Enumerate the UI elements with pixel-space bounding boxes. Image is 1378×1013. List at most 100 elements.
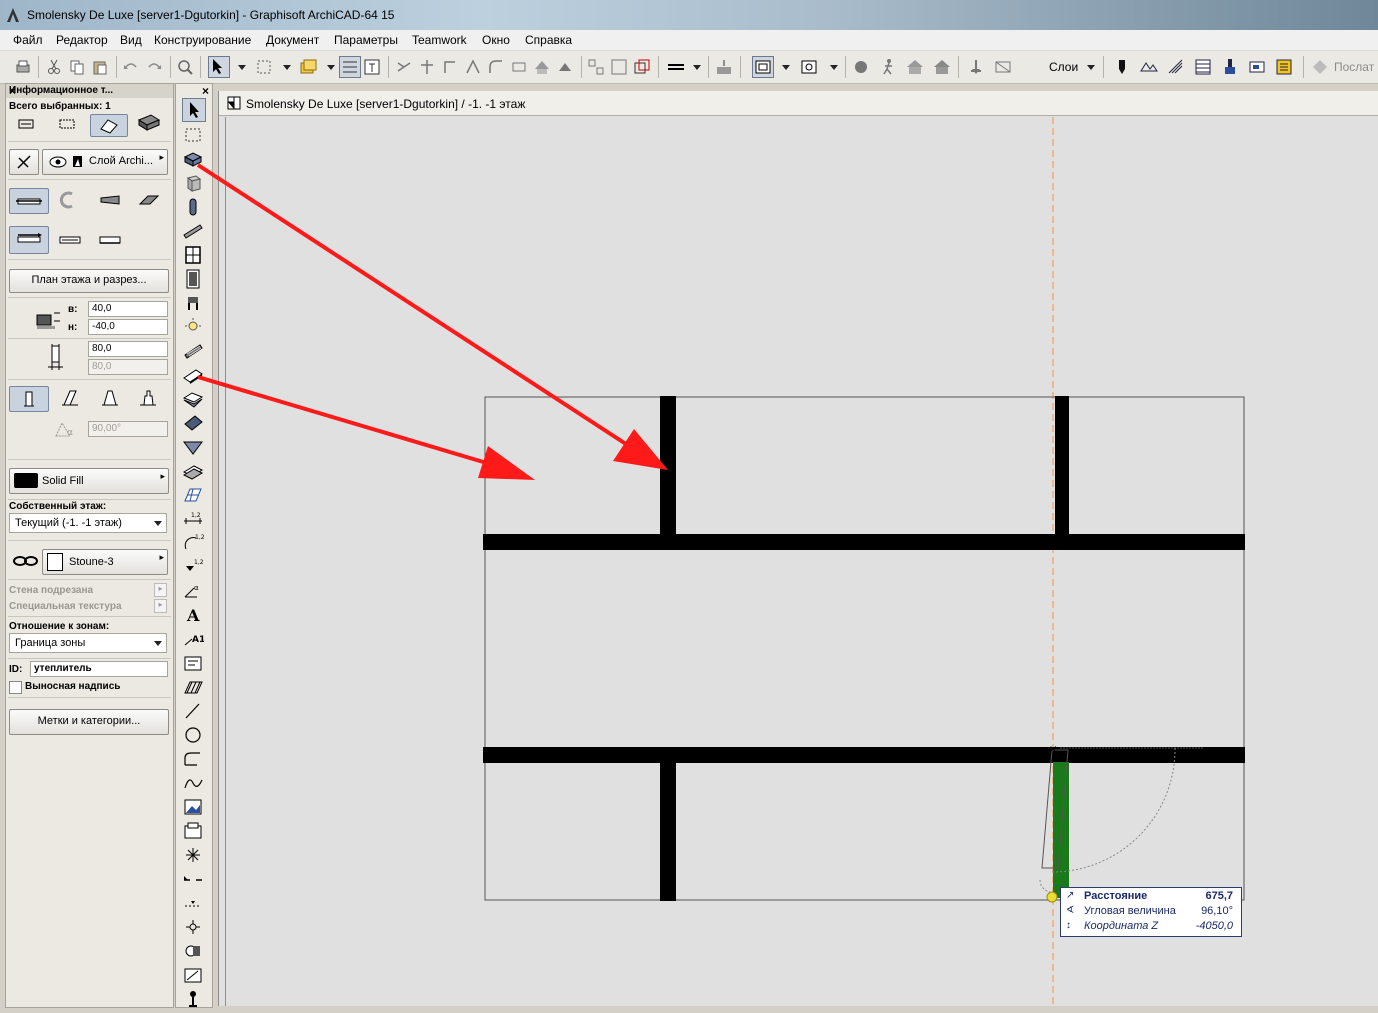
find-select-icon[interactable] xyxy=(175,57,195,77)
menu-design[interactable]: Конструирование xyxy=(154,33,251,47)
house-icon[interactable] xyxy=(905,57,925,77)
interior-elevation-tool-icon[interactable] xyxy=(182,916,204,938)
door-tool-icon[interactable] xyxy=(182,268,204,290)
menu-file[interactable]: Файл xyxy=(13,33,43,47)
wall-complex-profile-button[interactable] xyxy=(130,386,166,410)
shell-tool-icon[interactable] xyxy=(182,388,204,410)
offset-icon[interactable] xyxy=(509,57,529,77)
curtain-wall-tool-icon[interactable] xyxy=(182,484,204,506)
hotlink-icon[interactable] xyxy=(632,57,652,77)
detail-icon[interactable] xyxy=(993,57,1013,77)
menu-teamwork[interactable]: Teamwork xyxy=(412,33,467,47)
detail-tool-icon[interactable] xyxy=(182,964,204,986)
reference-line-trapezoid-button[interactable] xyxy=(91,188,129,212)
angle-dimension-tool-icon[interactable]: α xyxy=(182,580,204,602)
fill-selector[interactable]: Solid Fill ▸ xyxy=(9,468,169,494)
floor-plan-section-button[interactable]: План этажа и разрез... xyxy=(9,269,169,293)
tags-categories-button[interactable]: Метки и категории... xyxy=(9,709,169,735)
home-story-select[interactable]: Текущий (-1. -1 этаж) xyxy=(9,513,167,533)
paste-icon[interactable] xyxy=(90,57,110,77)
gravity-icon[interactable] xyxy=(339,56,361,78)
pen-icon[interactable] xyxy=(9,149,39,175)
hatch-icon[interactable] xyxy=(1166,57,1186,77)
split-icon[interactable] xyxy=(417,57,437,77)
close-icon[interactable]: × xyxy=(9,84,170,98)
chevron-down-icon[interactable] xyxy=(283,65,291,70)
floor-plan-view-icon[interactable] xyxy=(752,56,774,78)
send-label[interactable]: Послат xyxy=(1334,60,1374,74)
zone-tool-icon[interactable] xyxy=(182,460,204,482)
drawing-tool-icon[interactable] xyxy=(182,820,204,842)
menu-options[interactable]: Параметры xyxy=(334,33,398,47)
chevron-down-icon[interactable] xyxy=(782,65,790,70)
floor-plan-window[interactable]: Smolensky De Luxe [server1-Dgutorkin] / … xyxy=(218,91,1378,1006)
geometry-straight-button[interactable] xyxy=(11,115,43,135)
figure-tool-icon[interactable] xyxy=(182,796,204,818)
trim-icon[interactable] xyxy=(394,57,414,77)
angle-value[interactable]: 96,10° xyxy=(1201,905,1233,917)
chevron-down-icon[interactable] xyxy=(693,65,701,70)
reference-line-center-button[interactable] xyxy=(52,229,88,251)
label-checkbox[interactable] xyxy=(9,681,22,694)
geometry-slanted-button[interactable] xyxy=(90,114,128,137)
material-selector[interactable]: Stoune-3 ▸ xyxy=(42,549,168,575)
beam-tool-icon[interactable] xyxy=(182,196,204,218)
object-tool-icon[interactable] xyxy=(182,292,204,314)
publisher-icon[interactable] xyxy=(1274,57,1294,77)
fillet-icon[interactable] xyxy=(486,57,506,77)
link-materials-icon[interactable] xyxy=(11,552,41,572)
ungroup-icon[interactable] xyxy=(609,57,629,77)
window-controls[interactable] xyxy=(1228,0,1378,20)
group-icon[interactable] xyxy=(586,57,606,77)
wall-thickness-field[interactable]: 80,0 xyxy=(88,341,168,357)
line-tool-icon[interactable] xyxy=(182,700,204,722)
dimension-tool-icon[interactable]: 1,2 xyxy=(182,508,204,530)
fill-tool-icon[interactable] xyxy=(182,676,204,698)
elevation-icon[interactable] xyxy=(966,57,986,77)
chevron-right-icon[interactable]: ▸ xyxy=(154,599,167,613)
reference-line-outside-button[interactable] xyxy=(9,188,49,214)
polyline-tool-icon[interactable] xyxy=(182,748,204,770)
skylight-tool-icon[interactable] xyxy=(182,436,204,458)
camera-tool-icon[interactable] xyxy=(182,988,204,1010)
lamp-tool-icon[interactable] xyxy=(182,316,204,338)
wall-trapezoid-profile-button[interactable] xyxy=(92,386,128,410)
solid-ops-icon[interactable] xyxy=(555,57,575,77)
marquee-icon[interactable] xyxy=(254,57,274,77)
circle-tool-icon[interactable] xyxy=(182,724,204,746)
adjust-icon[interactable] xyxy=(440,57,460,77)
roof-tool-icon[interactable] xyxy=(182,364,204,386)
3d-navigation-icon[interactable] xyxy=(851,57,871,77)
text-tool-icon[interactable]: A xyxy=(182,604,204,626)
chevron-down-icon[interactable] xyxy=(1087,65,1095,70)
menu-help[interactable]: Справка xyxy=(525,33,572,47)
reference-line-inside-button[interactable] xyxy=(92,229,128,251)
arrow-tool-icon[interactable] xyxy=(182,98,206,122)
menu-view[interactable]: Вид xyxy=(120,33,142,47)
worksheet-tool-icon[interactable] xyxy=(182,940,204,962)
radial-dimension-tool-icon[interactable]: 1,2 xyxy=(182,532,205,554)
walk-icon[interactable] xyxy=(878,57,898,77)
section-tool-icon[interactable] xyxy=(182,868,204,890)
wall-3d-button[interactable] xyxy=(131,112,167,134)
bottom-offset-field[interactable]: -40,0 xyxy=(88,319,168,335)
close-icon[interactable]: × xyxy=(202,84,209,98)
chevron-down-icon[interactable] xyxy=(238,65,246,70)
distance-value[interactable]: 675,7 xyxy=(1205,890,1233,902)
copy-icon[interactable] xyxy=(67,57,87,77)
wall-tool-icon[interactable] xyxy=(182,148,204,170)
layout-icon[interactable] xyxy=(1247,57,1267,77)
brush-icon[interactable] xyxy=(1220,57,1240,77)
column-tool-icon[interactable] xyxy=(182,172,204,194)
level-dimension-tool-icon[interactable]: 1,2 xyxy=(182,556,204,578)
chevron-down-icon[interactable] xyxy=(327,65,335,70)
roof-trim-icon[interactable] xyxy=(532,57,552,77)
line-type-icon[interactable] xyxy=(666,57,686,77)
undo-icon[interactable] xyxy=(121,57,141,77)
chevron-right-icon[interactable]: ▸ xyxy=(154,583,167,597)
window-tool-icon[interactable] xyxy=(182,244,204,266)
wall-slanted-profile-button[interactable] xyxy=(52,386,88,410)
schedule-icon[interactable] xyxy=(1193,57,1213,77)
top-offset-field[interactable]: 40,0 xyxy=(88,301,168,317)
elevation-tool-icon[interactable] xyxy=(182,892,204,914)
